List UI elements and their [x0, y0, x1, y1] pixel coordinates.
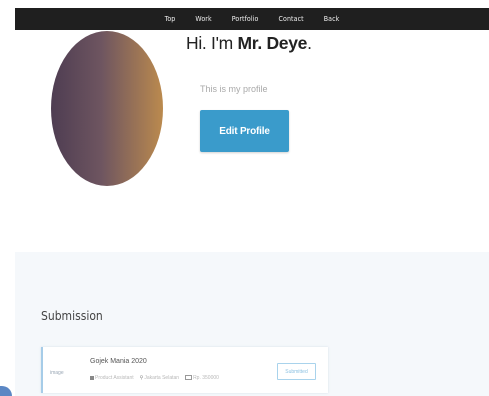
edit-profile-button[interactable]: Edit Profile [200, 110, 289, 152]
submission-location-text: Jakarta Selatan [144, 375, 180, 381]
greeting-suffix: . [307, 33, 312, 53]
greeting-prefix: Hi. I'm [186, 33, 238, 53]
nav-link-portfolio[interactable]: Portfolio [232, 15, 259, 23]
profile-name: Mr. Deye [237, 33, 308, 53]
corner-decoration [0, 386, 12, 396]
submission-image-placeholder: image [50, 370, 64, 376]
money-icon [185, 375, 193, 381]
submission-salary-text: Rp. 350000 [193, 375, 219, 381]
submission-heading: Submission [41, 309, 103, 323]
profile-greeting: Hi. I'm Mr. Deye. [186, 33, 312, 54]
submission-location: ⚲Jakarta Selatan [140, 375, 179, 381]
nav-link-back[interactable]: Back [324, 15, 340, 23]
top-navigation-bar: Top Work Portfolio Contact Back [15, 8, 489, 30]
profile-tagline: This is my profile [200, 84, 268, 94]
location-pin-icon: ⚲ [139, 375, 144, 381]
submission-salary: Rp. 350000 [185, 375, 219, 381]
nav-link-contact[interactable]: Contact [279, 15, 304, 23]
profile-avatar [51, 31, 163, 186]
nav-link-top[interactable]: Top [165, 15, 176, 23]
briefcase-icon [90, 375, 94, 380]
submission-status-badge: Submitted [277, 363, 316, 380]
submission-card[interactable]: image Gojek Mania 2020 Product Assistant… [41, 347, 328, 393]
submission-meta: Product Assistant ⚲Jakarta Selatan Rp. 3… [90, 375, 219, 381]
submission-role: Product Assistant [90, 375, 134, 381]
nav-link-work[interactable]: Work [195, 15, 211, 23]
submission-role-text: Product Assistant [95, 375, 134, 381]
submission-title: Gojek Mania 2020 [90, 358, 147, 365]
